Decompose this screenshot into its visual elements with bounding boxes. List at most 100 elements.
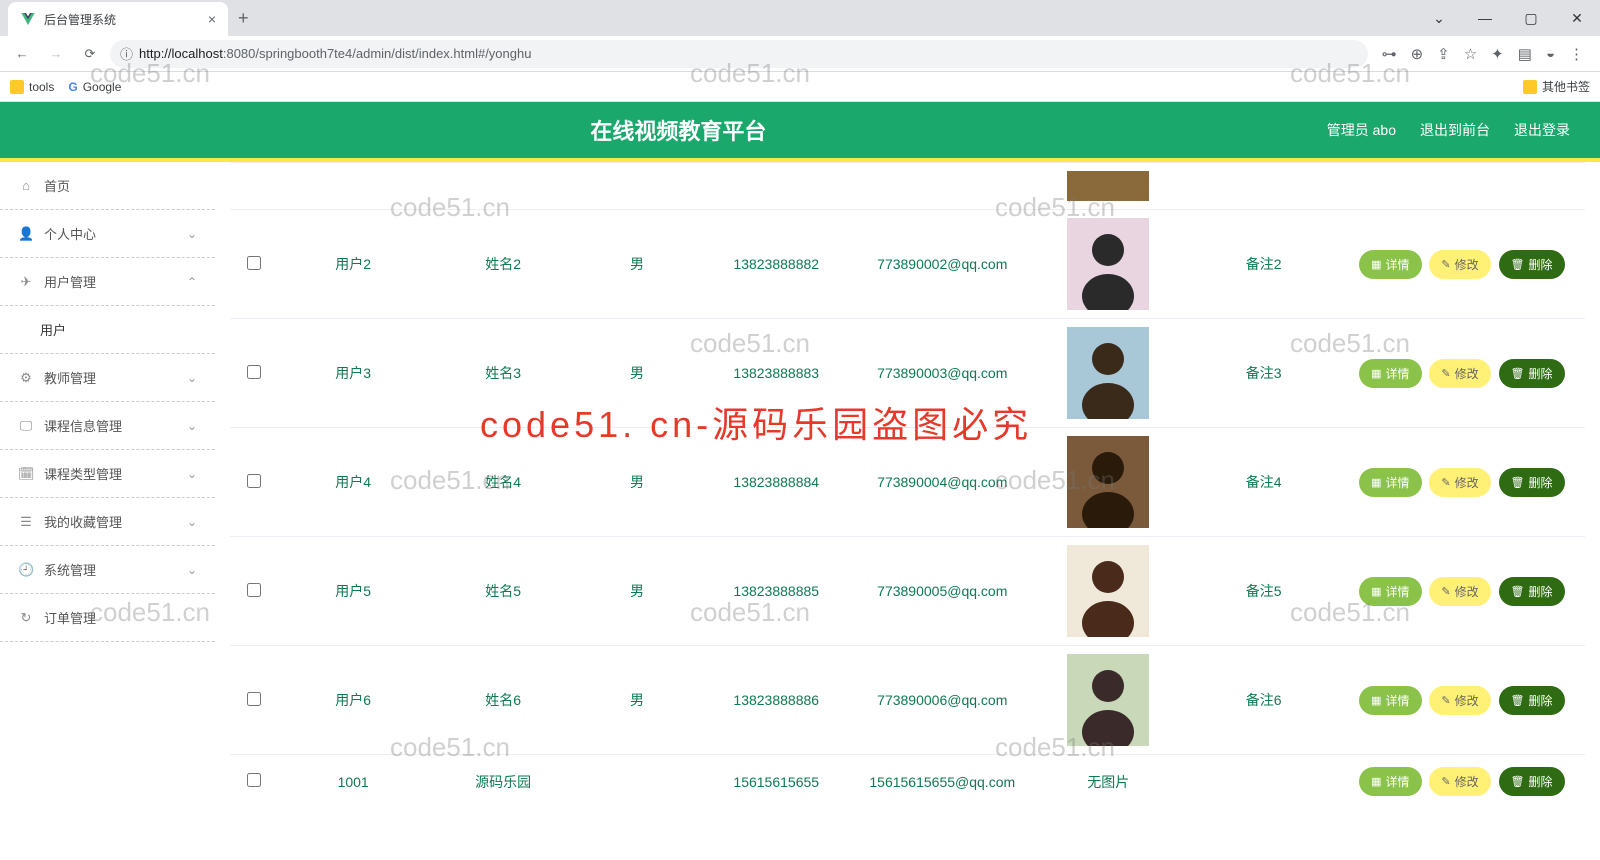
delete-button[interactable]: 🗑删除 [1499,468,1565,497]
edit-button[interactable]: ✎修改 [1429,468,1490,497]
chevron-down-icon: ⌄ [187,227,197,241]
reading-list-icon[interactable]: ▤ [1518,45,1532,63]
edit-button[interactable]: ✎修改 [1429,686,1490,715]
cell-remark: 备注4 [1189,428,1339,537]
detail-button[interactable]: ▦详情 [1359,767,1421,796]
cell-actions: ▦详情 ✎修改 🗑删除 [1339,319,1585,428]
cell-phone: 15615615655 [696,755,857,809]
share-icon[interactable]: ⇪ [1437,45,1450,63]
zoom-icon[interactable]: ⊕ [1411,45,1424,63]
cell-name: 姓名3 [428,319,578,428]
close-icon[interactable]: × [208,11,216,27]
cell-actions: ▦详情 ✎修改 🗑删除 [1339,755,1585,809]
sidebar-item-user[interactable]: 用户 [0,306,215,354]
detail-button[interactable]: ▦详情 [1359,577,1421,606]
delete-button[interactable]: 🗑删除 [1499,250,1565,279]
back-button[interactable]: ← [8,40,36,68]
chevron-down-icon: ⌄ [187,419,197,433]
chevron-up-icon: ⌃ [187,275,197,289]
detail-icon: ▦ [1371,775,1381,788]
minimize-icon[interactable]: — [1462,1,1508,35]
bookmark-tools[interactable]: tools [10,80,54,94]
key-icon[interactable]: ⊶ [1382,45,1397,63]
edit-button[interactable]: ✎修改 [1429,767,1490,796]
admin-label[interactable]: 管理员 abo [1327,120,1396,140]
user-icon: 👤 [18,226,34,242]
sidebar-item-course-info[interactable]: 🖵课程信息管理⌄ [0,402,215,450]
bookmark-other[interactable]: 其他书签 [1523,78,1590,95]
cell-user: 用户3 [278,319,428,428]
cell-user: 用户6 [278,646,428,755]
row-checkbox[interactable] [247,474,261,488]
delete-button[interactable]: 🗑删除 [1499,359,1565,388]
delete-button[interactable]: 🗑删除 [1499,767,1565,796]
cell-phone: 13823888884 [696,428,857,537]
star-icon[interactable]: ☆ [1464,45,1477,63]
sidebar-item-home[interactable]: ⌂首页 [0,162,215,210]
cell-remark: 备注6 [1189,646,1339,755]
delete-icon: 🗑 [1511,694,1525,707]
row-checkbox[interactable] [247,692,261,706]
reload-button[interactable]: ⟳ [76,40,104,68]
menu-icon[interactable]: ⋮ [1569,45,1584,63]
forward-button[interactable]: → [42,40,70,68]
table-row: 1001 源码乐园 15615615655 15615615655@qq.com… [230,755,1585,809]
bookmark-google[interactable]: GGoogle [68,80,121,94]
delete-button[interactable]: 🗑删除 [1499,686,1565,715]
extensions-icon[interactable]: ✦ [1491,45,1504,63]
avatar-icon [1067,327,1149,419]
logout-link[interactable]: 退出登录 [1514,120,1570,140]
new-tab-button[interactable]: + [228,8,259,29]
row-checkbox[interactable] [247,583,261,597]
detail-button[interactable]: ▦详情 [1359,468,1421,497]
to-front-link[interactable]: 退出到前台 [1420,120,1490,140]
url-input[interactable]: ⓘ http://localhost:8080/springbooth7te4/… [110,40,1368,68]
folder-icon [10,80,24,94]
cell-actions: ▦详情 ✎修改 🗑删除 [1339,646,1585,755]
sidebar-item-course-type[interactable]: 🗓课程类型管理⌄ [0,450,215,498]
calendar-icon: 🗓 [18,466,34,482]
cell-remark [1189,755,1339,809]
profile-icon[interactable]: ◒ [1546,45,1555,62]
row-checkbox[interactable] [247,256,261,270]
sidebar-item-personal[interactable]: 👤个人中心⌄ [0,210,215,258]
main-layout: ⌂首页 👤个人中心⌄ ✈用户管理⌃ 用户 ⚙教师管理⌄ 🖵课程信息管理⌄ 🗓课程… [0,162,1600,860]
edit-icon: ✎ [1441,367,1450,380]
cell-name: 姓名6 [428,646,578,755]
url-path: :8080/springbooth7te4/admin/dist/index.h… [223,46,532,61]
edit-button[interactable]: ✎修改 [1429,359,1490,388]
detail-button[interactable]: ▦详情 [1359,359,1421,388]
cell-name: 姓名2 [428,210,578,319]
chevron-down-icon: ⌄ [187,371,197,385]
detail-icon: ▦ [1371,476,1381,489]
sidebar-item-teacher[interactable]: ⚙教师管理⌄ [0,354,215,402]
no-image-text: 无图片 [1087,774,1129,790]
row-checkbox[interactable] [247,365,261,379]
sidebar-item-favorites[interactable]: ☰我的收藏管理⌄ [0,498,215,546]
table-row: 用户5 姓名5 男 13823888885 773890005@qq.com 备… [230,537,1585,646]
monitor-icon: 🖵 [18,418,34,434]
detail-icon: ▦ [1371,694,1381,707]
close-window-icon[interactable]: ✕ [1554,1,1600,35]
edit-button[interactable]: ✎修改 [1429,577,1490,606]
cell-phone: 13823888885 [696,537,857,646]
dropdown-icon[interactable]: ⌄ [1416,1,1462,35]
address-bar: ← → ⟳ ⓘ http://localhost:8080/springboot… [0,36,1600,72]
detail-button[interactable]: ▦详情 [1359,250,1421,279]
cell-user: 用户5 [278,537,428,646]
table-row: 用户3 姓名3 男 13823888883 773890003@qq.com 备… [230,319,1585,428]
edit-button[interactable]: ✎修改 [1429,250,1490,279]
cell-user: 1001 [278,755,428,809]
detail-button[interactable]: ▦详情 [1359,686,1421,715]
cell-gender: 男 [578,646,696,755]
main-content: 用户2 姓名2 男 13823888882 773890002@qq.com 备… [215,162,1600,860]
sidebar-item-user-mgmt[interactable]: ✈用户管理⌃ [0,258,215,306]
row-checkbox[interactable] [247,773,261,787]
sidebar-item-order[interactable]: ↻订单管理 [0,594,215,642]
browser-tab[interactable]: 后台管理系统 × [8,2,228,36]
delete-button[interactable]: 🗑删除 [1499,577,1565,606]
maximize-icon[interactable]: ▢ [1508,1,1554,35]
sidebar-item-system[interactable]: 🕘系统管理⌄ [0,546,215,594]
avatar-icon [1067,218,1149,310]
edit-icon: ✎ [1441,258,1450,271]
